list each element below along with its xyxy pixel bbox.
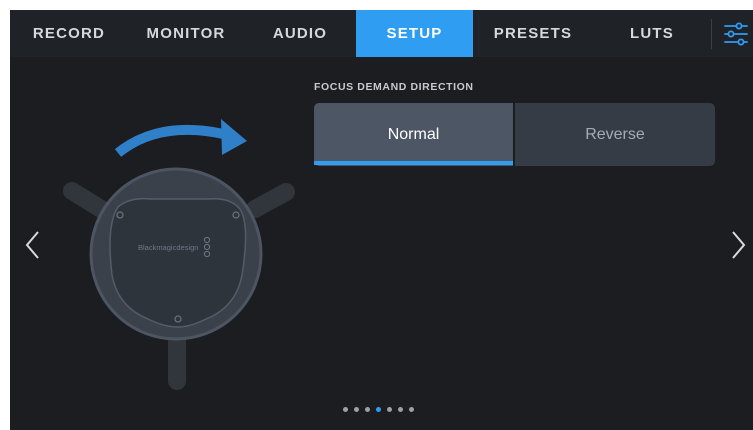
page-dot[interactable] [354, 407, 359, 412]
page-dot[interactable] [398, 407, 403, 412]
page-indicator [343, 407, 414, 412]
option-normal-label: Normal [387, 125, 440, 143]
tab-record[interactable]: RECORD [10, 10, 128, 57]
tab-presets[interactable]: PRESETS [473, 10, 593, 57]
option-reverse-label: Reverse [585, 125, 645, 143]
focus-demand-handle-left [63, 182, 115, 221]
tab-monitor[interactable]: MONITOR [128, 10, 244, 57]
tab-divider [711, 19, 712, 49]
option-normal-button[interactable]: Normal [314, 103, 513, 166]
section-label: FOCUS DEMAND DIRECTION [314, 81, 474, 93]
focus-demand-plate [109, 197, 247, 328]
rotation-direction-arrow-icon [114, 119, 247, 157]
selected-indicator [314, 161, 513, 165]
sliders-icon [724, 22, 748, 46]
previous-page-button[interactable] [22, 228, 44, 262]
focus-demand-handle-right [246, 183, 295, 218]
page-dot[interactable] [387, 407, 392, 412]
option-reverse-button[interactable]: Reverse [515, 103, 715, 166]
chevron-left-icon [25, 231, 39, 259]
camera-settings-screen: RECORD MONITOR AUDIO SETUP PRESETS LUTS [0, 0, 753, 430]
next-page-button[interactable] [727, 228, 749, 262]
tab-setup[interactable]: SETUP [356, 10, 473, 57]
tab-bar: RECORD MONITOR AUDIO SETUP PRESETS LUTS [10, 10, 753, 57]
page-dot[interactable] [409, 407, 414, 412]
tab-luts[interactable]: LUTS [593, 10, 711, 57]
page-dot[interactable] [343, 407, 348, 412]
page-dot[interactable] [365, 407, 370, 412]
page-dot-active[interactable] [376, 407, 381, 412]
chevron-right-icon [732, 231, 746, 259]
tab-audio[interactable]: AUDIO [244, 10, 356, 57]
settings-sliders-button[interactable] [722, 19, 750, 49]
setup-page: Blackmagicdesign FOCUS DEMAND DIRECTION … [10, 57, 753, 430]
brand-logo-text: Blackmagicdesign [138, 243, 198, 252]
focus-demand-illustration: Blackmagicdesign [63, 119, 295, 390]
